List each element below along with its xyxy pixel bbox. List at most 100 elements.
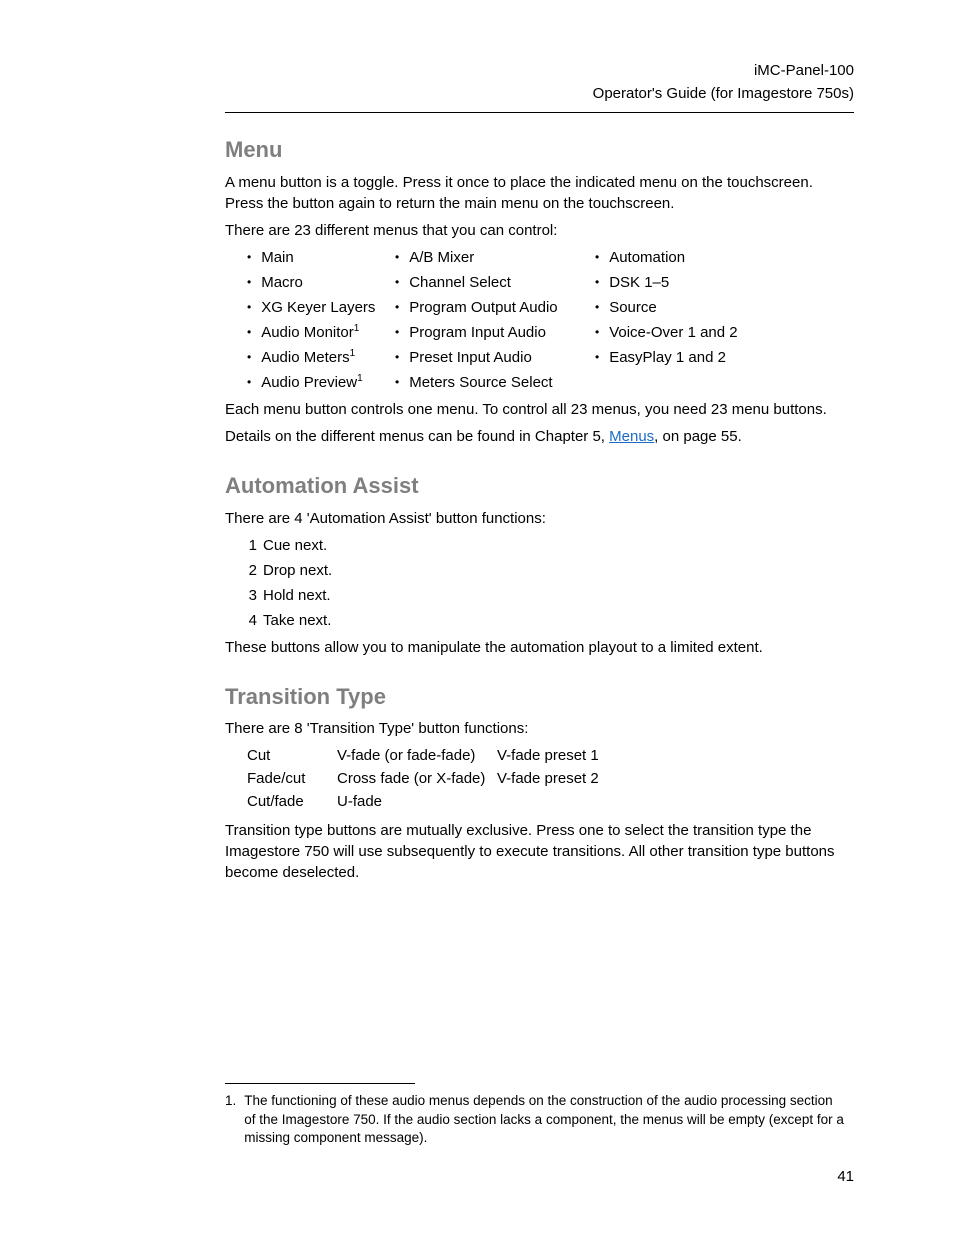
menu-item: • Audio Preview1 — [247, 372, 395, 393]
bullet-icon: • — [247, 301, 251, 313]
menu-item: • Audio Monitor1 — [247, 322, 395, 343]
menus-link[interactable]: Menus — [609, 428, 654, 445]
page-number: 41 — [837, 1166, 854, 1187]
table-cell: U-fade — [337, 791, 497, 812]
list-number: 2 — [243, 560, 257, 581]
bullet-icon: • — [395, 301, 399, 313]
menu-item-label: DSK 1–5 — [609, 272, 669, 293]
menu-item: • EasyPlay 1 and 2 — [595, 347, 795, 368]
bullet-icon: • — [247, 251, 251, 263]
bullet-icon: • — [395, 251, 399, 263]
automation-list: 1 Cue next. 2 Drop next. 3 Hold next. 4 Take ne… — [243, 535, 854, 631]
footnote-separator — [225, 1083, 415, 1084]
bullet-icon: • — [395, 276, 399, 288]
menu-item: • Macro — [247, 272, 395, 293]
menu-item: • Automation — [595, 247, 795, 268]
bullet-icon: • — [247, 326, 251, 338]
list-item: 2 Drop next. — [243, 560, 854, 581]
table-cell: Cut/fade — [247, 791, 337, 812]
menu-item: • Program Input Audio — [395, 322, 595, 343]
table-cell: Fade/cut — [247, 768, 337, 789]
list-item-label: Take next. — [263, 610, 331, 631]
menu-heading: Menu — [225, 135, 854, 166]
footnote-text: The functioning of these audio menus dep… — [244, 1092, 844, 1147]
menu-item-label: EasyPlay 1 and 2 — [609, 347, 726, 368]
list-item: 3 Hold next. — [243, 585, 854, 606]
list-number: 1 — [243, 535, 257, 556]
list-item-label: Drop next. — [263, 560, 332, 581]
bullet-icon: • — [247, 351, 251, 363]
bullet-icon: • — [247, 376, 251, 388]
footnote-number: 1. — [225, 1092, 236, 1147]
bullet-icon: • — [595, 326, 599, 338]
menu-para-3: Each menu button controls one menu. To c… — [225, 399, 854, 420]
bullet-icon: • — [395, 326, 399, 338]
menu-item: • Channel Select — [395, 272, 595, 293]
page-header: iMC-Panel-100 Operator's Guide (for Imag… — [225, 60, 854, 113]
bullet-icon: • — [395, 351, 399, 363]
table-cell: Cross fade (or X-fade) — [337, 768, 497, 789]
bullet-icon: • — [247, 276, 251, 288]
bullet-icon: • — [595, 251, 599, 263]
menu-item-label: Audio Monitor1 — [261, 322, 359, 343]
bullet-icon: • — [595, 351, 599, 363]
table-row: CutV-fade (or fade-fade)V-fade preset 1 — [247, 745, 854, 766]
list-number: 4 — [243, 610, 257, 631]
menu-item-label: Meters Source Select — [409, 372, 552, 393]
menu-item-label: Audio Preview1 — [261, 372, 362, 393]
bullet-icon: • — [595, 301, 599, 313]
menu-item: • Program Output Audio — [395, 297, 595, 318]
menu-item-label: Voice-Over 1 and 2 — [609, 322, 737, 343]
table-cell: V-fade preset 1 — [497, 745, 637, 766]
list-item-label: Hold next. — [263, 585, 331, 606]
automation-para-1: There are 4 'Automation Assist' button f… — [225, 508, 854, 529]
transition-para-1: There are 8 'Transition Type' button fun… — [225, 718, 854, 739]
table-cell: V-fade (or fade-fade) — [337, 745, 497, 766]
menu-item-label: A/B Mixer — [409, 247, 474, 268]
menu-item-label: XG Keyer Layers — [261, 297, 375, 318]
menu-para-1: A menu button is a toggle. Press it once… — [225, 172, 854, 214]
menu-item-label: Channel Select — [409, 272, 511, 293]
menu-item: • Meters Source Select — [395, 372, 595, 393]
transition-table: CutV-fade (or fade-fade)V-fade preset 1F… — [247, 745, 854, 812]
table-cell: V-fade preset 2 — [497, 768, 637, 789]
table-row: Cut/fadeU-fade — [247, 791, 854, 812]
menu-item: • XG Keyer Layers — [247, 297, 395, 318]
automation-para-2: These buttons allow you to manipulate th… — [225, 637, 854, 658]
list-item: 4 Take next. — [243, 610, 854, 631]
automation-heading: Automation Assist — [225, 471, 854, 502]
table-cell: Cut — [247, 745, 337, 766]
menu-para-4-post: , on page 55. — [654, 428, 742, 445]
footnote-ref: 1 — [350, 348, 356, 359]
table-row: Fade/cutCross fade (or X-fade)V-fade pre… — [247, 768, 854, 789]
menu-item-label: Preset Input Audio — [409, 347, 532, 368]
menu-item-label: Audio Meters1 — [261, 347, 355, 368]
menu-para-2: There are 23 different menus that you ca… — [225, 220, 854, 241]
header-title: iMC-Panel-100 — [225, 60, 854, 81]
menu-item: • Main — [247, 247, 395, 268]
menu-item: • Source — [595, 297, 795, 318]
menu-item-label: Source — [609, 297, 657, 318]
footnote: 1. The functioning of these audio menus … — [225, 1092, 854, 1147]
bullet-icon: • — [395, 376, 399, 388]
menu-para-4: Details on the different menus can be fo… — [225, 426, 854, 447]
menu-item: • A/B Mixer — [395, 247, 595, 268]
menu-item-label: Macro — [261, 272, 303, 293]
menu-item-label: Automation — [609, 247, 685, 268]
menu-list-columns: • Main • Macro • XG Keyer Layers • Audio Monito… — [225, 247, 854, 393]
list-number: 3 — [243, 585, 257, 606]
menu-item-label: Program Output Audio — [409, 297, 557, 318]
menu-para-4-pre: Details on the different menus can be fo… — [225, 428, 609, 445]
table-cell — [497, 791, 637, 812]
menu-item-label: Main — [261, 247, 294, 268]
menu-item: • DSK 1–5 — [595, 272, 795, 293]
footnote-ref: 1 — [357, 373, 363, 384]
menu-item-label: Program Input Audio — [409, 322, 546, 343]
menu-item: • Preset Input Audio — [395, 347, 595, 368]
footnote-ref: 1 — [354, 323, 360, 334]
transition-heading: Transition Type — [225, 682, 854, 713]
header-subtitle: Operator's Guide (for Imagestore 750s) — [225, 83, 854, 104]
bullet-icon: • — [595, 276, 599, 288]
menu-item: • Audio Meters1 — [247, 347, 395, 368]
list-item-label: Cue next. — [263, 535, 327, 556]
